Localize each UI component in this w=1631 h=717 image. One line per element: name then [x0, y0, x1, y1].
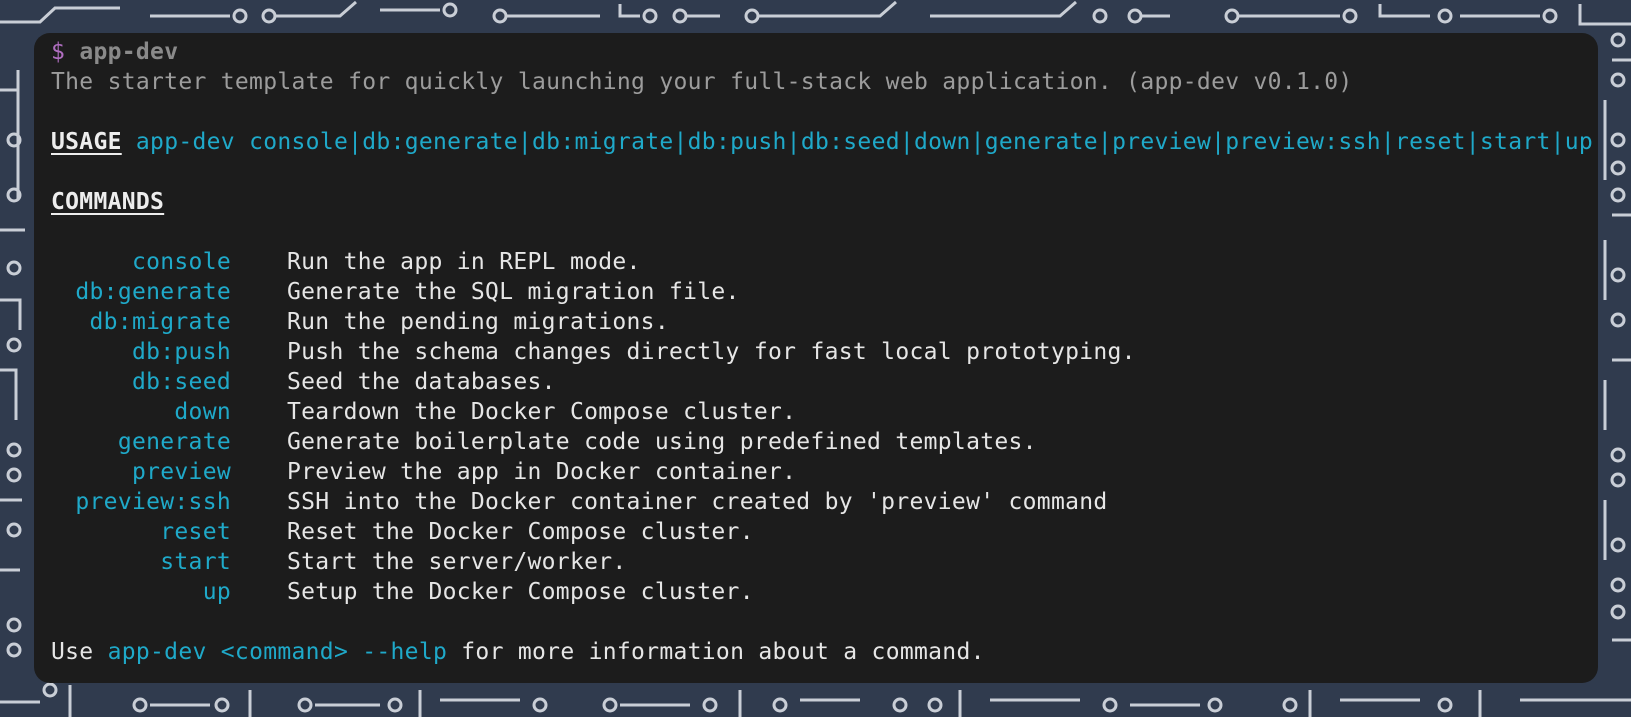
- command-row-console: console Run the app in REPL mode.: [51, 247, 1598, 277]
- command-desc: Reset the Docker Compose cluster.: [287, 519, 754, 545]
- command-desc: Generate the SQL migration file.: [287, 279, 740, 305]
- usage-subcommands: console|db:generate|db:migrate|db:push|d…: [249, 129, 1594, 155]
- command-desc: Seed the databases.: [287, 369, 556, 395]
- command-name: console: [131, 249, 231, 275]
- command-name: down: [174, 399, 231, 425]
- command-row-up: up Setup the Docker Compose cluster.: [51, 577, 1598, 607]
- command-name: db:migrate: [89, 309, 231, 335]
- command-desc: Setup the Docker Compose cluster.: [287, 579, 754, 605]
- command-desc: Start the server/worker.: [287, 549, 627, 575]
- terminal-window: $ app-dev The starter template for quick…: [34, 33, 1598, 683]
- command-name: up: [202, 579, 231, 605]
- prompt-line: $ app-dev: [51, 37, 1598, 67]
- command-row-db-migrate: db:migrate Run the pending migrations.: [51, 307, 1598, 337]
- command-name: preview: [131, 459, 231, 485]
- command-name: db:push: [131, 339, 231, 365]
- footer-command: app-dev <command> --help: [107, 639, 448, 665]
- prompt-command: app-dev: [79, 39, 179, 65]
- prompt-symbol: $: [51, 39, 66, 65]
- command-row-preview-ssh: preview:ssh SSH into the Docker container…: [51, 487, 1598, 517]
- command-name: reset: [160, 519, 231, 545]
- command-name: generate: [117, 429, 231, 455]
- usage-keyword: USAGE: [51, 129, 122, 155]
- app-description: The starter template for quickly launchi…: [51, 69, 1353, 95]
- footer-hint: Use app-dev <command> --help for more in…: [51, 637, 1598, 667]
- command-name: preview:ssh: [75, 489, 231, 515]
- command-desc: Teardown the Docker Compose cluster.: [287, 399, 797, 425]
- command-desc: Generate boilerplate code using predefin…: [287, 429, 1037, 455]
- command-desc: Push the schema changes directly for fas…: [287, 339, 1136, 365]
- footer-prefix: Use: [51, 639, 108, 665]
- command-name: db:seed: [131, 369, 231, 395]
- command-row-db-generate: db:generate Generate the SQL migration fi…: [51, 277, 1598, 307]
- usage-binary: app-dev: [135, 129, 235, 155]
- commands-heading: COMMANDS: [51, 189, 165, 215]
- command-row-start: start Start the server/worker.: [51, 547, 1598, 577]
- command-name: start: [160, 549, 231, 575]
- command-row-down: down Teardown the Docker Compose cluster.: [51, 397, 1598, 427]
- footer-suffix: for more information about a command.: [447, 639, 985, 665]
- command-desc: Run the app in REPL mode.: [287, 249, 641, 275]
- commands-heading-line: COMMANDS: [51, 187, 1598, 217]
- command-desc: SSH into the Docker container created by…: [287, 489, 1108, 515]
- command-row-db-seed: db:seed Seed the databases.: [51, 367, 1598, 397]
- command-row-generate: generate Generate boilerplate code using …: [51, 427, 1598, 457]
- usage-line: USAGE app-dev console|db:generate|db:mig…: [51, 127, 1598, 157]
- command-row-preview: preview Preview the app in Docker contain…: [51, 457, 1598, 487]
- command-desc: Preview the app in Docker container.: [287, 459, 797, 485]
- command-row-reset: reset Reset the Docker Compose cluster.: [51, 517, 1598, 547]
- command-desc: Run the pending migrations.: [287, 309, 669, 335]
- command-row-db-push: db:push Push the schema changes directly …: [51, 337, 1598, 367]
- command-name: db:generate: [75, 279, 231, 305]
